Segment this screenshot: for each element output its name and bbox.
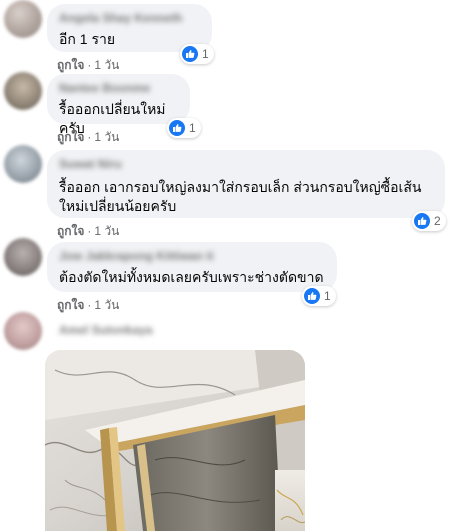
comment-time[interactable]: 1 วัน	[94, 58, 119, 72]
comment-author[interactable]: Angela Shay Kenneth	[59, 12, 200, 24]
reaction-count[interactable]: 1	[180, 44, 214, 64]
like-link[interactable]: ถูกใจ	[57, 130, 84, 144]
avatar[interactable]	[4, 145, 42, 183]
comment-time[interactable]: 1 วัน	[94, 224, 119, 238]
separator-dot: ·	[87, 58, 92, 72]
thumbs-up-icon	[182, 46, 198, 62]
reaction-number: 1	[324, 289, 331, 303]
avatar[interactable]	[4, 238, 42, 276]
like-link[interactable]: ถูกใจ	[57, 298, 84, 312]
separator-dot: ·	[87, 298, 92, 312]
comment-text: รื้อออก เอากรอบใหญ่ลงมาใส่กรอบเล็ก ส่วนก…	[59, 179, 422, 214]
separator-dot: ·	[87, 224, 92, 238]
comment-bubble: Suwat Niru รื้อออก เอากรอบใหญ่ลงมาใส่กรอ…	[47, 150, 445, 218]
comment-author[interactable]: Amel Sutonkaya	[59, 324, 155, 336]
reaction-count[interactable]: 2	[412, 211, 446, 231]
separator-dot: ·	[87, 130, 92, 144]
comment-text: อีก 1 ราย	[59, 31, 116, 47]
comment-bubble: Jow Jakkrapong Kittiwan ti ต้องตัดใหม่ทั…	[47, 242, 337, 292]
comment-photo[interactable]	[45, 350, 305, 531]
reaction-number: 1	[202, 47, 209, 61]
comment-actions: ถูกใจ · 1 วัน	[57, 296, 119, 315]
avatar[interactable]	[4, 312, 42, 350]
comment-actions: ถูกใจ · 1 วัน	[57, 128, 119, 147]
comment-time[interactable]: 1 วัน	[94, 298, 119, 312]
thumbs-up-icon	[169, 120, 185, 136]
comment-author-chip: Amel Sutonkaya	[47, 318, 167, 342]
reaction-number: 1	[189, 121, 196, 135]
reaction-count[interactable]: 1	[302, 286, 336, 306]
comment-bubble: Nantee Boonme รื้อออกเปลี่ยนใหม่ครับ	[47, 74, 190, 136]
marble-wall-photo	[45, 350, 305, 531]
thumbs-up-icon	[414, 213, 430, 229]
comment-actions: ถูกใจ · 1 วัน	[57, 56, 119, 75]
comment-author[interactable]: Jow Jakkrapong Kittiwan ti	[59, 250, 325, 262]
comment-actions: ถูกใจ · 1 วัน	[57, 222, 119, 241]
comment-author[interactable]: Nantee Boonme	[59, 82, 178, 94]
comment-time[interactable]: 1 วัน	[94, 130, 119, 144]
like-link[interactable]: ถูกใจ	[57, 58, 84, 72]
avatar[interactable]	[4, 0, 42, 38]
comment-text: ต้องตัดใหม่ทั้งหมดเลยครับเพราะช่างตัดขาด	[59, 269, 324, 285]
reaction-number: 2	[434, 214, 441, 228]
comment-author[interactable]: Suwat Niru	[59, 158, 433, 170]
thumbs-up-icon	[304, 288, 320, 304]
like-link[interactable]: ถูกใจ	[57, 224, 84, 238]
reaction-count[interactable]: 1	[167, 118, 201, 138]
avatar[interactable]	[4, 72, 42, 110]
